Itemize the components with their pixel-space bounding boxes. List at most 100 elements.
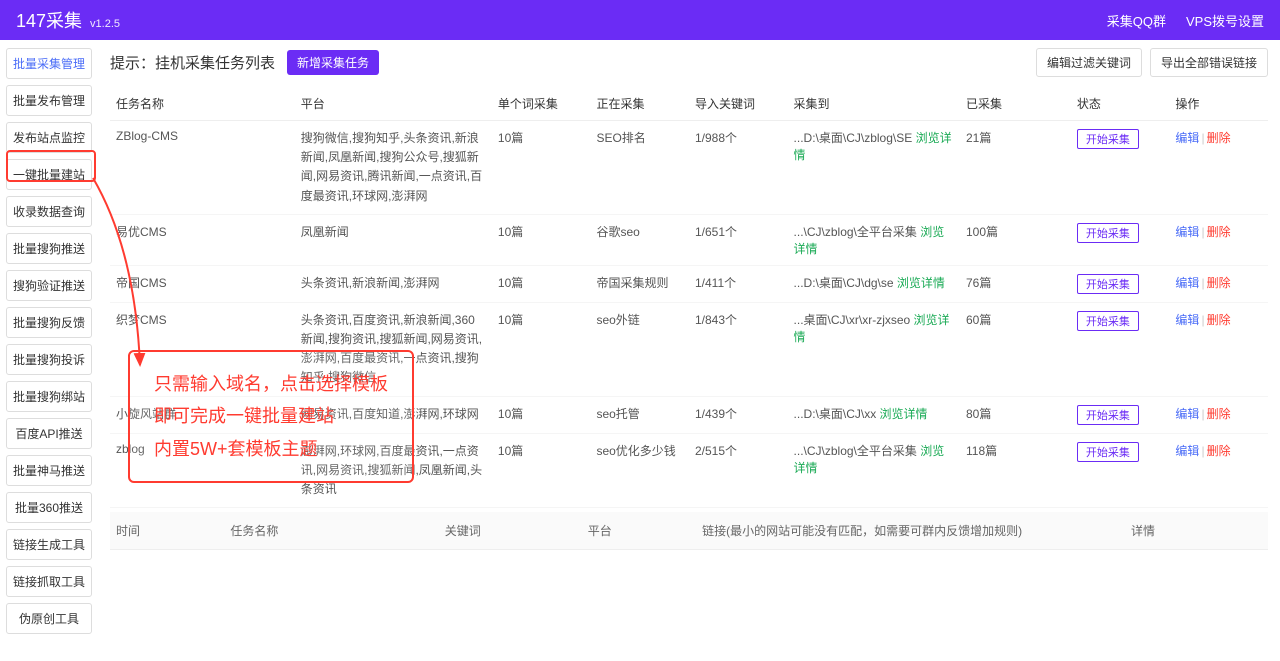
delete-link[interactable]: 删除	[1207, 225, 1231, 239]
cell-single: 10篇	[492, 121, 591, 215]
status-button[interactable]: 开始采集	[1077, 274, 1139, 294]
browse-link[interactable]: 浏览详情	[897, 276, 945, 290]
cell-collectto: ...\CJ\zblog\全平台采集 浏览详情	[788, 433, 960, 508]
th-status: 状态	[1071, 87, 1170, 121]
table-row: 易优CMS凤凰新闻10篇谷歌seo1/651个...\CJ\zblog\全平台采…	[110, 214, 1268, 265]
edit-link[interactable]: 编辑	[1175, 131, 1199, 145]
sidebar-item-11[interactable]: 批量神马推送	[6, 455, 92, 486]
cell-single: 10篇	[492, 214, 591, 265]
sidebar-item-9[interactable]: 批量搜狗绑站	[6, 381, 92, 412]
new-task-button[interactable]: 新增采集任务	[287, 50, 379, 75]
edit-link[interactable]: 编辑	[1175, 276, 1199, 290]
sidebar-item-15[interactable]: 伪原创工具	[6, 603, 92, 634]
cell-import: 1/988个	[689, 121, 788, 215]
browse-link[interactable]: 浏览详情	[880, 407, 928, 421]
cell-import: 2/515个	[689, 433, 788, 508]
cell-name: ZBlog-CMS	[110, 121, 295, 215]
annotation-line1: 只需输入域名，点击选择模板	[154, 368, 388, 400]
status-button[interactable]: 开始采集	[1077, 129, 1139, 149]
browse-link[interactable]: 浏览详情	[794, 313, 950, 344]
sidebar-item-6[interactable]: 搜狗验证推送	[6, 270, 92, 301]
cell-platform: 搜狗微信,搜狗知乎,头条资讯,新浪新闻,凤凰新闻,搜狗公众号,搜狐新闻,网易资讯…	[295, 121, 492, 215]
header-link-qq[interactable]: 采集QQ群	[1107, 11, 1166, 30]
cell-collectto: ...D:\桌面\CJ\zblog\SE 浏览详情	[788, 121, 960, 215]
cell-status: 开始采集	[1071, 121, 1170, 215]
cell-import: 1/843个	[689, 302, 788, 396]
cell-import: 1/439个	[689, 396, 788, 433]
browse-link[interactable]: 浏览详情	[794, 444, 945, 475]
annotation-line2: 即可完成一键批量建站	[154, 400, 388, 432]
cell-collecting: SEO排名	[590, 121, 689, 215]
status-button[interactable]: 开始采集	[1077, 442, 1139, 462]
sidebar-item-13[interactable]: 链接生成工具	[6, 529, 92, 560]
status-button[interactable]: 开始采集	[1077, 405, 1139, 425]
th-platform: 平台	[295, 87, 492, 121]
edit-filter-button[interactable]: 编辑过滤关键词	[1036, 48, 1142, 77]
delete-link[interactable]: 删除	[1207, 276, 1231, 290]
cell-single: 10篇	[492, 302, 591, 396]
cell-action: 编辑|删除	[1169, 302, 1268, 396]
cell-single: 10篇	[492, 265, 591, 302]
hint-text: 提示：挂机采集任务列表	[110, 52, 275, 73]
app-header: 147采集 v1.2.5 采集QQ群 VPS拨号设置	[0, 0, 1280, 40]
sidebar-item-12[interactable]: 批量360推送	[6, 492, 92, 523]
edit-link[interactable]: 编辑	[1175, 407, 1199, 421]
app-title: 147采集	[16, 7, 82, 33]
cell-collecting: seo外链	[590, 302, 689, 396]
cell-status: 开始采集	[1071, 433, 1170, 508]
sidebar-item-10[interactable]: 百度API推送	[6, 418, 92, 449]
sidebar-item-1[interactable]: 批量发布管理	[6, 85, 92, 116]
th2-detail: 详情	[1125, 512, 1268, 550]
delete-link[interactable]: 删除	[1207, 444, 1231, 458]
edit-link[interactable]: 编辑	[1175, 444, 1199, 458]
edit-link[interactable]: 编辑	[1175, 225, 1199, 239]
edit-link[interactable]: 编辑	[1175, 313, 1199, 327]
cell-single: 10篇	[492, 396, 591, 433]
cell-collectto: ...D:\桌面\CJ\xx 浏览详情	[788, 396, 960, 433]
sidebar-item-2[interactable]: 发布站点监控	[6, 122, 92, 153]
cell-collected: 118篇	[960, 433, 1071, 508]
sidebar-item-5[interactable]: 批量搜狗推送	[6, 233, 92, 264]
cell-status: 开始采集	[1071, 214, 1170, 265]
export-error-button[interactable]: 导出全部错误链接	[1150, 48, 1268, 77]
delete-link[interactable]: 删除	[1207, 131, 1231, 145]
sidebar-item-14[interactable]: 链接抓取工具	[6, 566, 92, 597]
th-import: 导入关键词	[689, 87, 788, 121]
th2-platform: 平台	[582, 512, 696, 550]
th-action: 操作	[1169, 87, 1268, 121]
status-button[interactable]: 开始采集	[1077, 311, 1139, 331]
header-left: 147采集 v1.2.5	[16, 7, 120, 33]
th-name: 任务名称	[110, 87, 295, 121]
table-row: ZBlog-CMS搜狗微信,搜狗知乎,头条资讯,新浪新闻,凤凰新闻,搜狗公众号,…	[110, 121, 1268, 215]
header-link-vps[interactable]: VPS拨号设置	[1186, 11, 1264, 30]
sidebar-item-7[interactable]: 批量搜狗反馈	[6, 307, 92, 338]
sidebar: 批量采集管理批量发布管理发布站点监控一键批量建站收录数据查询批量搜狗推送搜狗验证…	[0, 40, 98, 642]
sidebar-item-8[interactable]: 批量搜狗投诉	[6, 344, 92, 375]
table-row: 帝国CMS头条资讯,新浪新闻,澎湃网10篇帝国采集规则1/411个...D:\桌…	[110, 265, 1268, 302]
th-collected: 已采集	[960, 87, 1071, 121]
th-collecting: 正在采集	[590, 87, 689, 121]
cell-collected: 21篇	[960, 121, 1071, 215]
cell-collecting: seo托管	[590, 396, 689, 433]
cell-collected: 76篇	[960, 265, 1071, 302]
delete-link[interactable]: 删除	[1207, 313, 1231, 327]
browse-link[interactable]: 浏览详情	[794, 225, 945, 256]
status-button[interactable]: 开始采集	[1077, 223, 1139, 243]
cell-status: 开始采集	[1071, 396, 1170, 433]
hint-bar: 提示：挂机采集任务列表 新增采集任务 编辑过滤关键词 导出全部错误链接	[110, 48, 1268, 77]
sidebar-item-3[interactable]: 一键批量建站	[6, 159, 92, 190]
annotation-line3: 内置5W+套模板主题	[154, 433, 388, 465]
sidebar-item-4[interactable]: 收录数据查询	[6, 196, 92, 227]
cell-name: 帝国CMS	[110, 265, 295, 302]
cell-name: 易优CMS	[110, 214, 295, 265]
cell-collecting: 谷歌seo	[590, 214, 689, 265]
cell-import: 1/411个	[689, 265, 788, 302]
delete-link[interactable]: 删除	[1207, 407, 1231, 421]
sidebar-item-0[interactable]: 批量采集管理	[6, 48, 92, 79]
annotation-callout: 只需输入域名，点击选择模板 即可完成一键批量建站 内置5W+套模板主题	[128, 350, 414, 483]
th2-time: 时间	[110, 512, 224, 550]
browse-link[interactable]: 浏览详情	[794, 131, 952, 162]
app-version: v1.2.5	[90, 18, 120, 30]
cell-action: 编辑|删除	[1169, 265, 1268, 302]
header-right: 采集QQ群 VPS拨号设置	[1107, 11, 1264, 30]
